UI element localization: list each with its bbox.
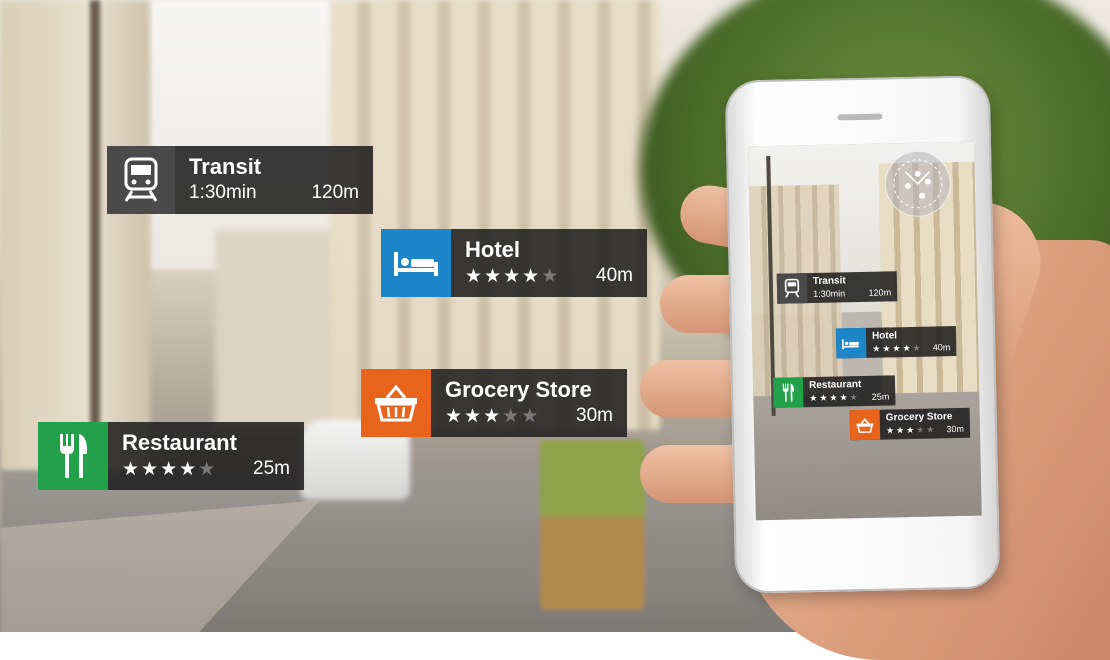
star-filled-icon: ★ xyxy=(503,266,521,287)
grocery-store-card[interactable]: Grocery Store ★ ★ ★ ★ ★ 30m xyxy=(361,369,627,437)
star-empty-icon: ★ xyxy=(502,406,520,427)
screen-transit-card[interactable]: Transit 1:30min 120m xyxy=(776,271,898,304)
screen-restaurant-title: Restaurant xyxy=(808,379,862,392)
basket-icon xyxy=(849,409,881,441)
star-filled-icon: ★ xyxy=(141,459,159,480)
star-filled-icon: ★ xyxy=(882,343,891,354)
fork-knife-icon xyxy=(38,422,108,490)
star-filled-icon: ★ xyxy=(872,343,881,354)
star-filled-icon: ★ xyxy=(465,266,483,287)
star-empty-icon: ★ xyxy=(926,424,935,435)
compass-icon[interactable] xyxy=(884,150,952,218)
basket-icon xyxy=(361,369,431,437)
star-empty-icon: ★ xyxy=(541,266,559,287)
screen-grocery-distance: 30m xyxy=(946,423,965,435)
fork-knife-icon xyxy=(772,377,804,408)
star-filled-icon: ★ xyxy=(809,392,818,404)
star-filled-icon: ★ xyxy=(122,459,140,480)
screen-restaurant-rating-stars: ★ ★ ★ ★ ★ xyxy=(809,392,860,404)
star-filled-icon: ★ xyxy=(484,266,502,287)
restaurant-title: Restaurant xyxy=(122,430,237,455)
screen-grocery-rating-stars: ★ ★ ★ ★ ★ xyxy=(886,424,937,436)
star-filled-icon: ★ xyxy=(902,342,911,354)
star-filled-icon: ★ xyxy=(906,424,915,436)
transit-title: Transit xyxy=(189,154,262,179)
center-building xyxy=(330,0,660,430)
star-filled-icon: ★ xyxy=(483,406,501,427)
transit-distance: 120m xyxy=(311,182,359,203)
star-empty-icon: ★ xyxy=(912,342,921,353)
hotel-distance: 40m xyxy=(596,265,633,286)
screen-transit-title: Transit xyxy=(812,275,846,288)
screen-restaurant-distance: 25m xyxy=(871,391,890,402)
smartphone: Transit 1:30min 120m Hotel ★ ★ ★ ★ ★ 40m Res… xyxy=(724,75,1001,594)
phone-screen[interactable]: Transit 1:30min 120m Hotel ★ ★ ★ ★ ★ 40m Res… xyxy=(748,141,982,521)
star-filled-icon: ★ xyxy=(464,406,482,427)
star-filled-icon: ★ xyxy=(445,406,463,427)
restaurant-rating-stars: ★ ★ ★ ★ ★ xyxy=(122,458,217,481)
restaurant-card[interactable]: Restaurant ★ ★ ★ ★ ★ 25m xyxy=(38,422,304,490)
star-filled-icon: ★ xyxy=(895,425,905,436)
screen-restaurant-card[interactable]: Restaurant ★ ★ ★ ★ ★ 25m xyxy=(772,375,896,408)
train-icon xyxy=(107,146,175,214)
screen-hotel-rating-stars: ★ ★ ★ ★ ★ xyxy=(872,343,923,355)
star-filled-icon: ★ xyxy=(829,392,838,403)
train-icon xyxy=(776,273,808,304)
bed-icon xyxy=(381,229,451,297)
hotel-card[interactable]: Hotel ★ ★ ★ ★ ★ 40m xyxy=(381,229,647,297)
transit-time: 1:30min xyxy=(189,182,257,203)
far-building xyxy=(215,230,335,430)
star-empty-icon: ★ xyxy=(916,424,925,435)
star-empty-icon: ★ xyxy=(521,406,539,427)
screen-grocery-title: Grocery Store xyxy=(885,411,953,424)
screen-grocery-card[interactable]: Grocery Store ★ ★ ★ ★ ★ 30m xyxy=(849,407,971,441)
star-filled-icon: ★ xyxy=(819,392,828,403)
star-filled-icon: ★ xyxy=(892,343,901,354)
screen-transit-distance: 120m xyxy=(868,287,892,298)
screen-transit-time: 1:30min xyxy=(813,288,846,300)
star-filled-icon: ★ xyxy=(160,459,178,480)
screen-hotel-title: Hotel xyxy=(871,330,898,342)
restaurant-distance: 25m xyxy=(253,458,290,479)
star-filled-icon: ★ xyxy=(522,266,540,287)
star-filled-icon: ★ xyxy=(839,392,848,403)
screen-hotel-distance: 40m xyxy=(932,342,951,353)
star-empty-icon: ★ xyxy=(198,459,216,480)
grocery-rating-stars: ★ ★ ★ ★ ★ xyxy=(445,405,540,428)
hotel-title: Hotel xyxy=(465,237,520,262)
star-empty-icon: ★ xyxy=(849,392,858,403)
star-filled-icon: ★ xyxy=(885,425,895,436)
screen-hotel-card[interactable]: Hotel ★ ★ ★ ★ ★ 40m xyxy=(835,326,957,359)
bed-icon xyxy=(835,327,867,359)
phone-speaker xyxy=(837,113,883,121)
hotel-rating-stars: ★ ★ ★ ★ ★ xyxy=(465,265,560,288)
grocery-distance: 30m xyxy=(576,405,613,426)
star-filled-icon: ★ xyxy=(179,459,197,480)
grocery-title: Grocery Store xyxy=(445,377,592,402)
transit-card[interactable]: Transit 1:30min 120m xyxy=(107,146,373,214)
